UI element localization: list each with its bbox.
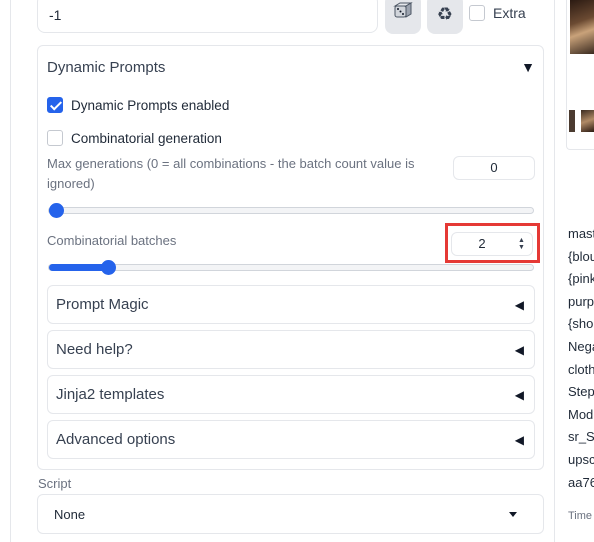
- highlight-box: [445, 223, 540, 263]
- slider-fill: [49, 264, 109, 271]
- combinatorial-generation-label: Combinatorial generation: [71, 130, 222, 146]
- extra-checkbox-row[interactable]: Extra: [469, 5, 526, 21]
- column-divider: [554, 0, 555, 542]
- max-generations-input[interactable]: 0: [453, 156, 535, 180]
- page-border: [10, 0, 11, 542]
- accordion-label: Advanced options: [56, 431, 176, 448]
- dice-icon: [393, 1, 413, 27]
- collapse-arrow-icon: ◀: [514, 388, 524, 402]
- script-dropdown[interactable]: None: [37, 494, 544, 534]
- chevron-down-icon: [509, 512, 517, 517]
- accordion-label: Jinja2 templates: [56, 386, 165, 403]
- dynamic-prompts-enabled-row[interactable]: Dynamic Prompts enabled: [47, 97, 229, 113]
- slider-thumb[interactable]: [100, 260, 116, 275]
- info-line: aa76: [568, 474, 594, 490]
- combinatorial-generation-row[interactable]: Combinatorial generation: [47, 130, 222, 146]
- info-line: Step: [568, 384, 594, 400]
- reuse-seed-button[interactable]: ♻: [427, 0, 463, 34]
- accordion-label: Prompt Magic: [56, 296, 149, 313]
- time-label: Time: [568, 510, 593, 522]
- recycle-icon: ♻: [436, 3, 454, 24]
- info-line: {sho: [568, 316, 594, 332]
- extra-label: Extra: [493, 5, 526, 21]
- script-selected-value: None: [54, 507, 86, 522]
- info-line: upsc: [568, 451, 594, 467]
- script-label: Script: [38, 476, 72, 491]
- max-generations-label: Max generations (0 = all combinations - …: [47, 156, 415, 191]
- collapse-arrow-icon: ◀: [514, 298, 524, 312]
- dynamic-prompts-enabled-label: Dynamic Prompts enabled: [71, 97, 230, 113]
- random-seed-button[interactable]: [385, 0, 421, 34]
- collapse-arrow-icon: ◀: [514, 433, 524, 447]
- info-line: {blou: [568, 248, 594, 264]
- dynamic-prompts-panel: Dynamic Prompts ▼ Dynamic Prompts enable…: [37, 45, 544, 470]
- info-line: {pink: [568, 271, 594, 287]
- info-line: Nega: [568, 338, 594, 354]
- accordion-jinja2-templates[interactable]: Jinja2 templates ◀: [47, 375, 535, 414]
- accordion-advanced-options[interactable]: Advanced options ◀: [47, 420, 535, 459]
- slider-thumb[interactable]: [49, 203, 64, 218]
- generation-info-text: mast {blou {pink purp {sho Nega cloth Step Mod sr…: [568, 223, 594, 494]
- combinatorial-batches-label: Combinatorial batches: [47, 233, 177, 248]
- collapse-arrow-icon: ◀: [514, 343, 524, 357]
- max-generations-slider[interactable]: [48, 203, 534, 218]
- accordion-need-help[interactable]: Need help? ◀: [47, 330, 535, 369]
- accordion-prompt-magic[interactable]: Prompt Magic ◀: [47, 285, 535, 324]
- combinatorial-batches-slider[interactable]: [48, 260, 534, 275]
- info-line: purp: [568, 293, 594, 309]
- extra-checkbox[interactable]: [469, 5, 485, 21]
- info-line: sr_S: [568, 429, 594, 445]
- seed-input[interactable]: -1: [37, 0, 378, 33]
- info-line: Mod: [568, 406, 594, 422]
- info-line: mast: [568, 226, 594, 241]
- gallery-thumbnail[interactable]: [581, 110, 594, 132]
- gallery-thumbnail[interactable]: [569, 110, 575, 132]
- combinatorial-generation-checkbox[interactable]: [47, 130, 63, 146]
- info-line: cloth: [568, 361, 594, 377]
- dynamic-prompts-enabled-checkbox[interactable]: [47, 97, 63, 113]
- collapse-toggle-icon[interactable]: ▼: [521, 59, 535, 75]
- accordion-label: Need help?: [56, 341, 133, 358]
- dynamic-prompts-title[interactable]: Dynamic Prompts: [47, 59, 165, 76]
- output-image[interactable]: [570, 0, 594, 54]
